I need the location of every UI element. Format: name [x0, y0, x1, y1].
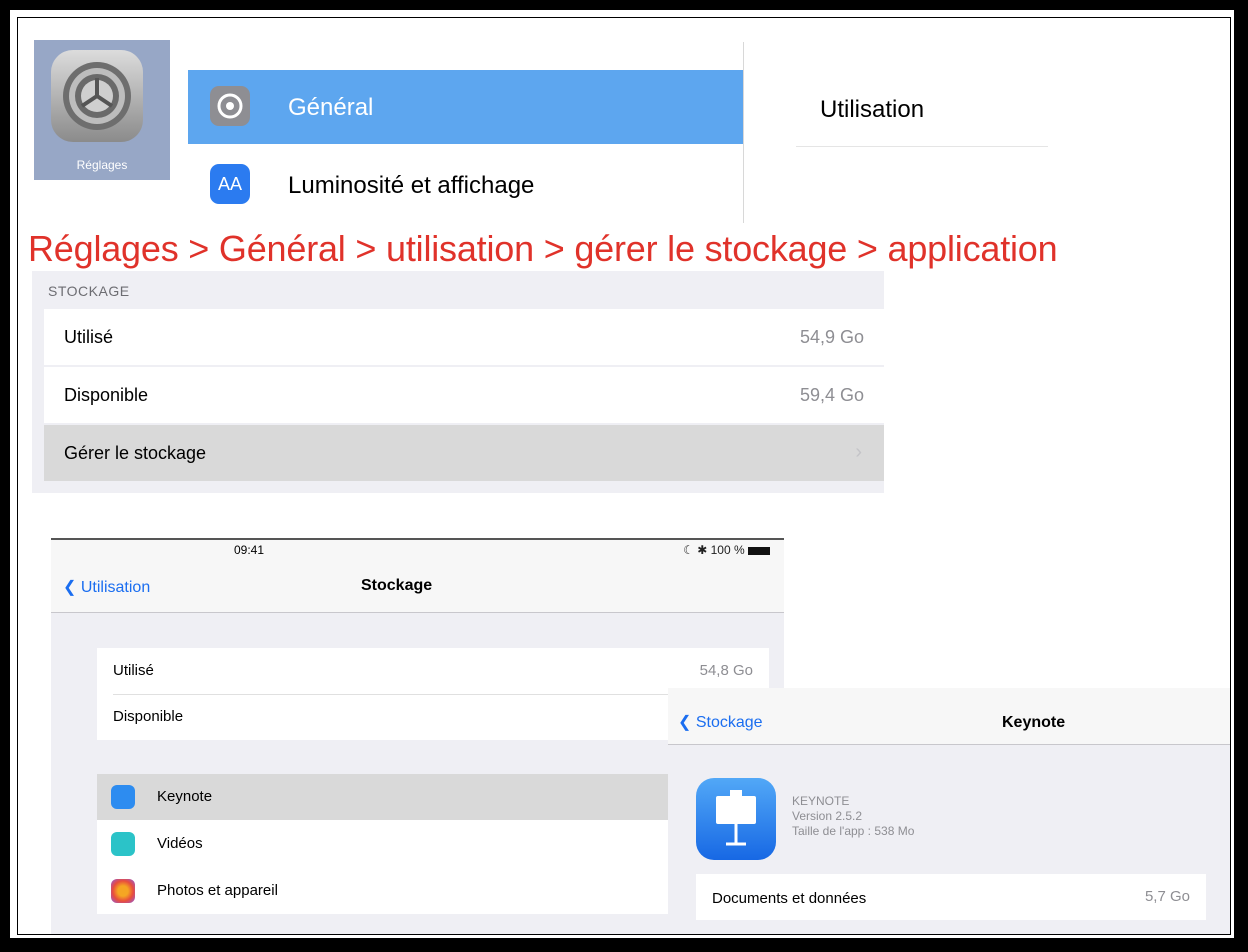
- section-header: STOCKAGE: [48, 283, 130, 299]
- battery-text: ☾ ✱ 100 %: [683, 543, 745, 557]
- app-meta: KEYNOTE Version 2.5.2 Taille de l'app : …: [792, 794, 914, 839]
- keynote-screen: ❮ Stockage Keynote KEYNOTE Version 2.5.2…: [668, 688, 1230, 934]
- app-label: Keynote: [157, 788, 213, 805]
- documents-data-row[interactable]: Documents et données 5,7 Go: [696, 874, 1206, 920]
- nav-bar: ❮ Stockage Keynote: [668, 698, 1230, 745]
- battery-icon: [748, 546, 770, 555]
- collage-canvas: Réglages Général AA Luminosité et affich…: [17, 17, 1231, 935]
- back-button[interactable]: ❮ Utilisation: [63, 577, 150, 597]
- keynote-icon: [111, 785, 135, 809]
- keynote-app-icon: [696, 778, 776, 860]
- storage-available-row: Disponible 59,4 Go: [44, 367, 884, 423]
- app-size: Taille de l'app : 538 Mo: [792, 824, 915, 838]
- nav-title: Stockage: [361, 577, 433, 594]
- manage-storage-row[interactable]: Gérer le stockage ›: [44, 425, 884, 481]
- detail-panel: Utilisation: [796, 68, 1048, 223]
- utilisation-row[interactable]: Utilisation: [796, 68, 1048, 147]
- row-label: Disponible: [113, 708, 184, 725]
- gear-icon: [51, 50, 143, 142]
- videos-icon: [111, 832, 135, 856]
- row-label: Utilisé: [64, 327, 114, 347]
- status-bar: [668, 688, 1230, 698]
- settings-sidebar: Général AA Luminosité et affichage: [188, 42, 743, 223]
- divider: [743, 42, 744, 223]
- sidebar-item-general[interactable]: Général: [188, 70, 743, 144]
- app-label: Vidéos: [157, 835, 203, 852]
- sidebar-item-label: Luminosité et affichage: [288, 172, 535, 199]
- row-value: 54,8 Go: [699, 662, 753, 679]
- back-label: Stockage: [695, 714, 763, 731]
- breadcrumb: Réglages > Général > utilisation > gérer…: [28, 228, 1058, 269]
- storage-used-row: Utilisé 54,9 Go: [44, 309, 884, 365]
- row-label: Disponible: [64, 385, 149, 405]
- app-version: Version 2.5.2: [792, 809, 863, 823]
- image-frame: Réglages Général AA Luminosité et affich…: [0, 0, 1248, 952]
- app-name: KEYNOTE: [792, 794, 850, 808]
- nav-title: Keynote: [1002, 714, 1066, 731]
- row-label: Gérer le stockage: [64, 443, 207, 463]
- row-value: 59,4 Go: [799, 385, 864, 405]
- brightness-aa-icon: AA: [210, 164, 250, 204]
- back-label: Utilisation: [80, 579, 151, 596]
- status-bar: 09:41 ☾ ✱ 100 %: [51, 540, 784, 562]
- chevron-right-icon: ›: [855, 441, 862, 463]
- storage-section: STOCKAGE Utilisé 54,9 Go Disponible 59,4…: [32, 271, 884, 493]
- nav-bar: ❮ Utilisation Stockage: [51, 562, 784, 613]
- sidebar-item-brightness[interactable]: AA Luminosité et affichage: [188, 146, 743, 220]
- status-time: 09:41: [234, 543, 265, 557]
- row-value: 54,9 Go: [799, 327, 864, 347]
- photos-icon: [111, 879, 135, 903]
- utilisation-label: Utilisation: [820, 96, 925, 123]
- settings-app-icon[interactable]: Réglages: [34, 40, 170, 180]
- back-button[interactable]: ❮ Stockage: [678, 712, 763, 732]
- battery-indicator: ☾ ✱ 100 %: [683, 543, 770, 557]
- app-label: Photos et appareil: [157, 882, 278, 899]
- sidebar-item-label: Général: [288, 94, 374, 121]
- settings-app-label: Réglages: [76, 158, 128, 172]
- row-label: Documents et données: [712, 890, 867, 907]
- row-value: 5,7 Go: [1144, 888, 1190, 905]
- row-label: Utilisé: [113, 662, 154, 679]
- gear-icon: [210, 86, 250, 126]
